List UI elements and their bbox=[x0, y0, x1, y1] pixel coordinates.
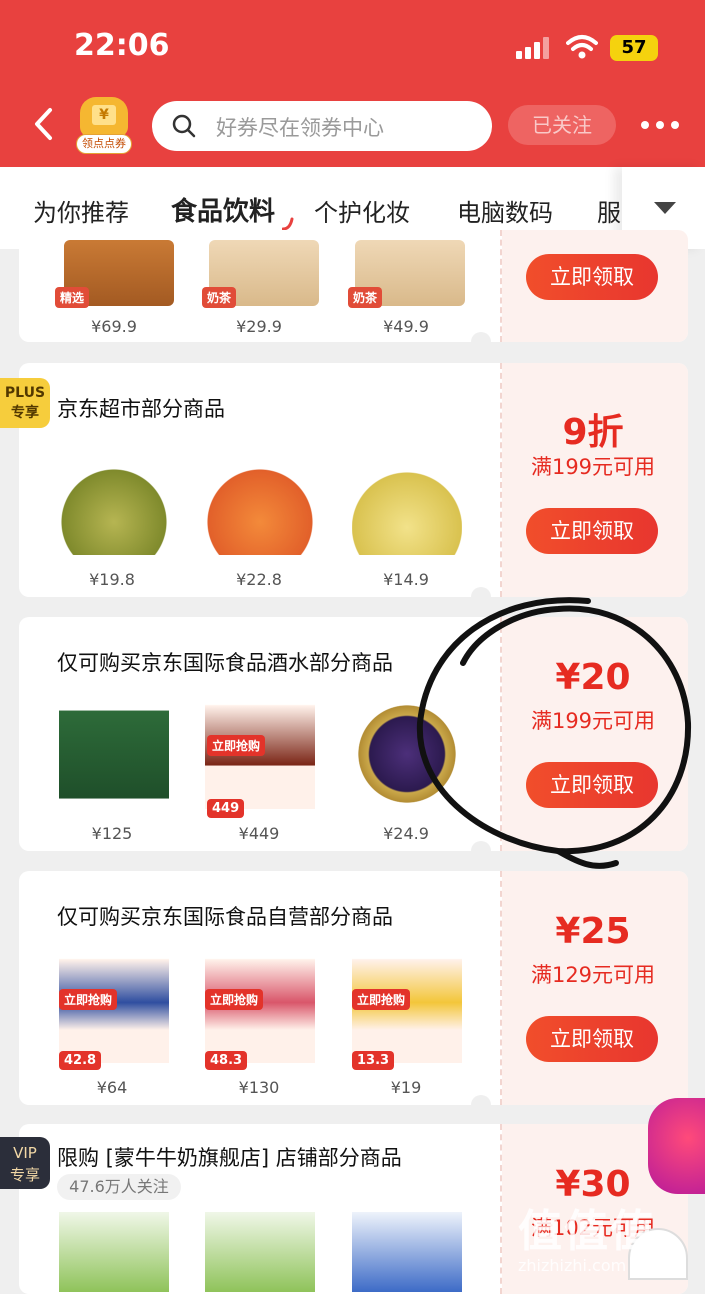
product-price: ¥125 bbox=[91, 824, 133, 843]
tab-apparel[interactable]: 服 bbox=[597, 193, 621, 228]
product-image[interactable] bbox=[352, 1212, 462, 1292]
search-placeholder: 好券尽在领券中心 bbox=[216, 116, 384, 140]
product-tag: 立即抢购 bbox=[59, 989, 118, 1010]
tab-personal-care[interactable]: 个护化妆 bbox=[314, 193, 410, 228]
coupon-value: ¥20 bbox=[555, 657, 631, 698]
product-price: ¥449 bbox=[238, 824, 280, 843]
coupon-card-tea: 精选 奶茶 奶茶 ¥69.9 ¥29.9 ¥49.9 立即领取 bbox=[19, 230, 688, 342]
product-price: ¥22.8 bbox=[236, 570, 282, 589]
follower-count: 47.6万人关注 bbox=[57, 1174, 181, 1200]
product-price: ¥14.9 bbox=[383, 570, 429, 589]
promo-price: 13.3 bbox=[352, 1051, 395, 1070]
product-price: ¥64 bbox=[96, 1078, 128, 1097]
product-tag: 精选 bbox=[55, 287, 90, 308]
promo-price: 449 bbox=[207, 799, 245, 818]
tab-computer-digital[interactable]: 电脑数码 bbox=[457, 193, 553, 228]
coupon-title: 仅可购买京东国际食品酒水部分商品 bbox=[57, 651, 393, 675]
plus-exclusive-badge: PLUS 专享 bbox=[0, 378, 50, 428]
product-image[interactable] bbox=[205, 1212, 315, 1292]
claim-button[interactable]: 立即领取 bbox=[526, 254, 658, 300]
watermark-logo: 值值值 bbox=[518, 1206, 656, 1257]
coupon-yen: ¥ bbox=[92, 105, 116, 125]
nav-row: ¥ 领点点券 好券尽在领券中心 已关注 bbox=[0, 95, 705, 157]
claim-button[interactable]: 立即领取 bbox=[526, 762, 658, 808]
battery-indicator: 57 bbox=[610, 35, 658, 61]
coupon-title: 限购 [蒙牛牛奶旗舰店] 店铺部分商品 bbox=[57, 1146, 402, 1170]
watermark-url: zhizhizhi.com bbox=[518, 1256, 627, 1275]
coupon-center-label: 领点点券 bbox=[76, 134, 132, 154]
product-price: ¥24.9 bbox=[383, 824, 429, 843]
status-bar: 22:06 57 bbox=[0, 0, 705, 95]
search-bar[interactable]: 好券尽在领券中心 bbox=[152, 101, 492, 151]
product-price: ¥29.9 bbox=[236, 317, 282, 336]
product-tag: 立即抢购 bbox=[207, 735, 266, 756]
app-header: 22:06 57 ¥ 领点点券 好券尽在领券中心 已关注 bbox=[0, 0, 705, 167]
more-icon[interactable] bbox=[641, 121, 681, 131]
signal-icon bbox=[516, 37, 550, 59]
coupon-condition: 满199元可用 bbox=[530, 709, 656, 733]
product-image[interactable] bbox=[352, 699, 462, 809]
coupon-card-intl-food: 仅可购买京东国际食品自营部分商品 立即抢购 42.8 立即抢购 48.3 立即抢… bbox=[19, 871, 688, 1105]
back-arrow-icon[interactable] bbox=[32, 107, 56, 141]
product-image[interactable] bbox=[59, 699, 169, 809]
coupon-condition: 满129元可用 bbox=[530, 963, 656, 987]
product-price: ¥130 bbox=[238, 1078, 280, 1097]
coupon-card-supermarket: 京东超市部分商品 ¥19.8 ¥22.8 ¥14.9 9折 满199元可用 立即… bbox=[19, 363, 688, 597]
coupon-title: 京东超市部分商品 bbox=[57, 397, 225, 421]
product-price: ¥19 bbox=[390, 1078, 422, 1097]
product-price: ¥69.9 bbox=[91, 317, 137, 336]
product-image[interactable] bbox=[59, 1212, 169, 1292]
promo-price: 48.3 bbox=[205, 1051, 248, 1070]
coupon-value: 9折 bbox=[562, 412, 624, 453]
product-price: ¥19.8 bbox=[89, 570, 135, 589]
status-time: 22:06 bbox=[74, 28, 170, 63]
claim-button[interactable]: 立即领取 bbox=[526, 1016, 658, 1062]
product-tag: 奶茶 bbox=[348, 287, 383, 308]
follow-button[interactable]: 已关注 bbox=[508, 105, 616, 145]
product-tag: 立即抢购 bbox=[205, 989, 264, 1010]
wifi-icon bbox=[566, 35, 598, 59]
coupon-card-intl-drinks: 仅可购买京东国际食品酒水部分商品 立即抢购 449 ¥125 ¥449 ¥24.… bbox=[19, 617, 688, 851]
product-image[interactable] bbox=[59, 445, 169, 555]
coupon-title: 仅可购买京东国际食品自营部分商品 bbox=[57, 905, 393, 929]
tab-food-drinks[interactable]: 食品饮料 bbox=[171, 191, 275, 228]
expand-tabs-icon[interactable] bbox=[654, 202, 676, 214]
search-icon bbox=[172, 114, 196, 138]
active-tab-indicator bbox=[282, 217, 294, 231]
product-image[interactable] bbox=[205, 445, 315, 555]
product-tag: 立即抢购 bbox=[352, 989, 411, 1010]
coupon-center-entry[interactable]: ¥ 领点点券 bbox=[76, 97, 132, 154]
product-tag: 奶茶 bbox=[202, 287, 237, 308]
promo-price: 42.8 bbox=[59, 1051, 102, 1070]
coupon-value: ¥25 bbox=[555, 911, 631, 952]
product-image[interactable] bbox=[352, 445, 462, 555]
coupon-condition: 满199元可用 bbox=[530, 455, 656, 479]
floating-gift-icon[interactable] bbox=[648, 1098, 705, 1194]
tab-recommend[interactable]: 为你推荐 bbox=[33, 193, 129, 228]
vip-exclusive-badge: VIP 专享 bbox=[0, 1137, 50, 1189]
product-price: ¥49.9 bbox=[383, 317, 429, 336]
claim-button[interactable]: 立即领取 bbox=[526, 508, 658, 554]
